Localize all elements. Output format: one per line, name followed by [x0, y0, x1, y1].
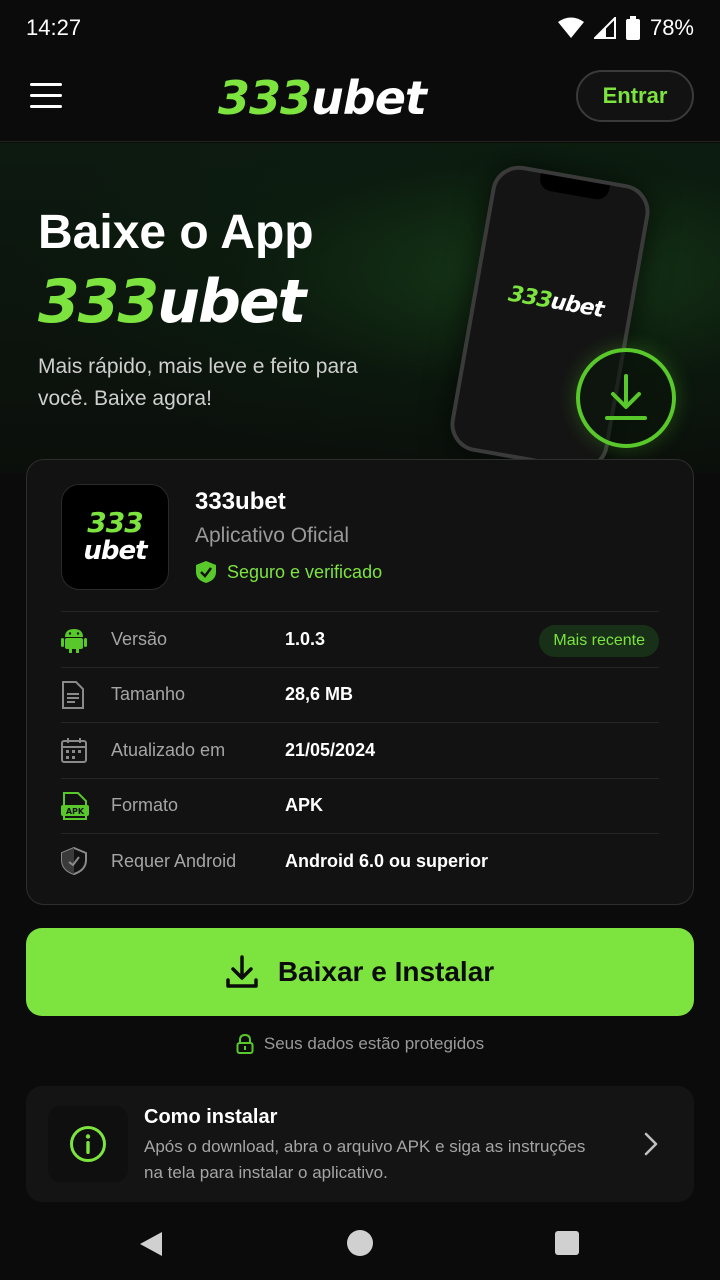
- wifi-icon: [557, 17, 584, 38]
- brand-logo[interactable]: 333 ubet: [218, 70, 478, 126]
- detail-label: Requer Android: [111, 850, 237, 871]
- how-to-description: Após o download, abra o arquivo APK e si…: [144, 1137, 586, 1182]
- phone-screen-logo: 333ubet: [506, 281, 606, 323]
- latest-badge: Mais recente: [539, 625, 659, 657]
- detail-label: Atualizado em: [111, 739, 226, 760]
- top-header: 333 ubet Entrar: [0, 56, 720, 142]
- android-icon: [61, 629, 87, 654]
- menu-icon[interactable]: [30, 83, 66, 113]
- secure-note: Seus dados estão protegidos: [0, 1034, 720, 1054]
- verified-badge: Seguro e verificado: [195, 560, 382, 584]
- detail-value: 21/05/2024: [285, 739, 376, 760]
- how-to-title: Como instalar: [144, 1106, 278, 1128]
- detail-value: 28,6 MB: [285, 684, 354, 705]
- cellular-icon: [593, 17, 616, 39]
- calendar-icon: [61, 738, 87, 764]
- secure-note-text: Seus dados estão protegidos: [263, 1034, 485, 1053]
- verified-label: Seguro e verificado: [227, 561, 383, 582]
- file-icon: [62, 680, 84, 709]
- download-install-button[interactable]: Baixar e Instalar: [26, 928, 694, 1016]
- detail-row-requirement: Requer Android Android 6.0 ou superior: [61, 833, 659, 889]
- detail-row-size: Tamanho 28,6 MB: [61, 666, 659, 723]
- app-name: 333ubet: [195, 488, 286, 515]
- detail-row-version: Versão 1.0.3 Mais recente: [61, 611, 659, 667]
- svg-text:APK: APK: [66, 807, 85, 816]
- lock-icon: [236, 1034, 254, 1054]
- download-button-label: Baixar e Instalar: [277, 956, 495, 987]
- download-circle-icon: [576, 348, 676, 448]
- detail-label: Versão: [111, 628, 168, 649]
- hero-subtitle: Mais rápido, mais leve e feito para você…: [38, 355, 358, 410]
- detail-row-updated: Atualizado em 21/05/2024: [61, 722, 659, 778]
- logo-word: ubet: [311, 71, 427, 125]
- home-icon[interactable]: [347, 1230, 373, 1256]
- status-icons: 78%: [557, 15, 694, 41]
- recent-apps-icon[interactable]: [555, 1231, 579, 1255]
- battery-icon: [625, 16, 640, 40]
- detail-label: Tamanho: [111, 684, 186, 705]
- shield-icon: [61, 847, 87, 876]
- how-to-install-card[interactable]: Como instalar Após o download, abra o ar…: [26, 1086, 694, 1202]
- chevron-right-icon: [644, 1132, 658, 1156]
- detail-value: Android 6.0 ou superior: [285, 850, 489, 871]
- hero-brand-number: 333: [38, 267, 159, 337]
- info-icon: [48, 1106, 128, 1182]
- hero-banner: Baixe o App 333ubet Mais rápido, mais le…: [0, 143, 720, 473]
- status-bar: 14:27 78%: [0, 0, 720, 56]
- hero-brand: 333ubet: [38, 267, 306, 337]
- app-info-card: 333 ubet 333ubet Aplicativo Oficial Segu…: [26, 459, 694, 905]
- login-button[interactable]: Entrar: [576, 70, 694, 122]
- apk-icon: APK: [61, 791, 89, 820]
- app-details-list: Versão 1.0.3 Mais recente Tamanho 28,6 M…: [61, 611, 659, 889]
- detail-label: Formato: [111, 795, 179, 816]
- hero-brand-word: ubet: [157, 267, 306, 337]
- detail-value: APK: [285, 795, 324, 816]
- battery-percent: 78%: [649, 15, 694, 40]
- download-icon: [226, 955, 258, 988]
- detail-value: 1.0.3: [285, 628, 326, 649]
- status-time: 14:27: [26, 15, 82, 40]
- hero-title: Baixe o App: [38, 206, 314, 259]
- back-icon[interactable]: [138, 1230, 164, 1258]
- system-nav-bar: [0, 1206, 720, 1280]
- detail-row-format: APK Formato APK: [61, 777, 659, 834]
- logo-number: 333: [218, 71, 312, 125]
- app-subtitle: Aplicativo Oficial: [195, 524, 350, 547]
- shield-check-icon: [196, 561, 216, 583]
- app-icon: 333 ubet: [61, 484, 169, 590]
